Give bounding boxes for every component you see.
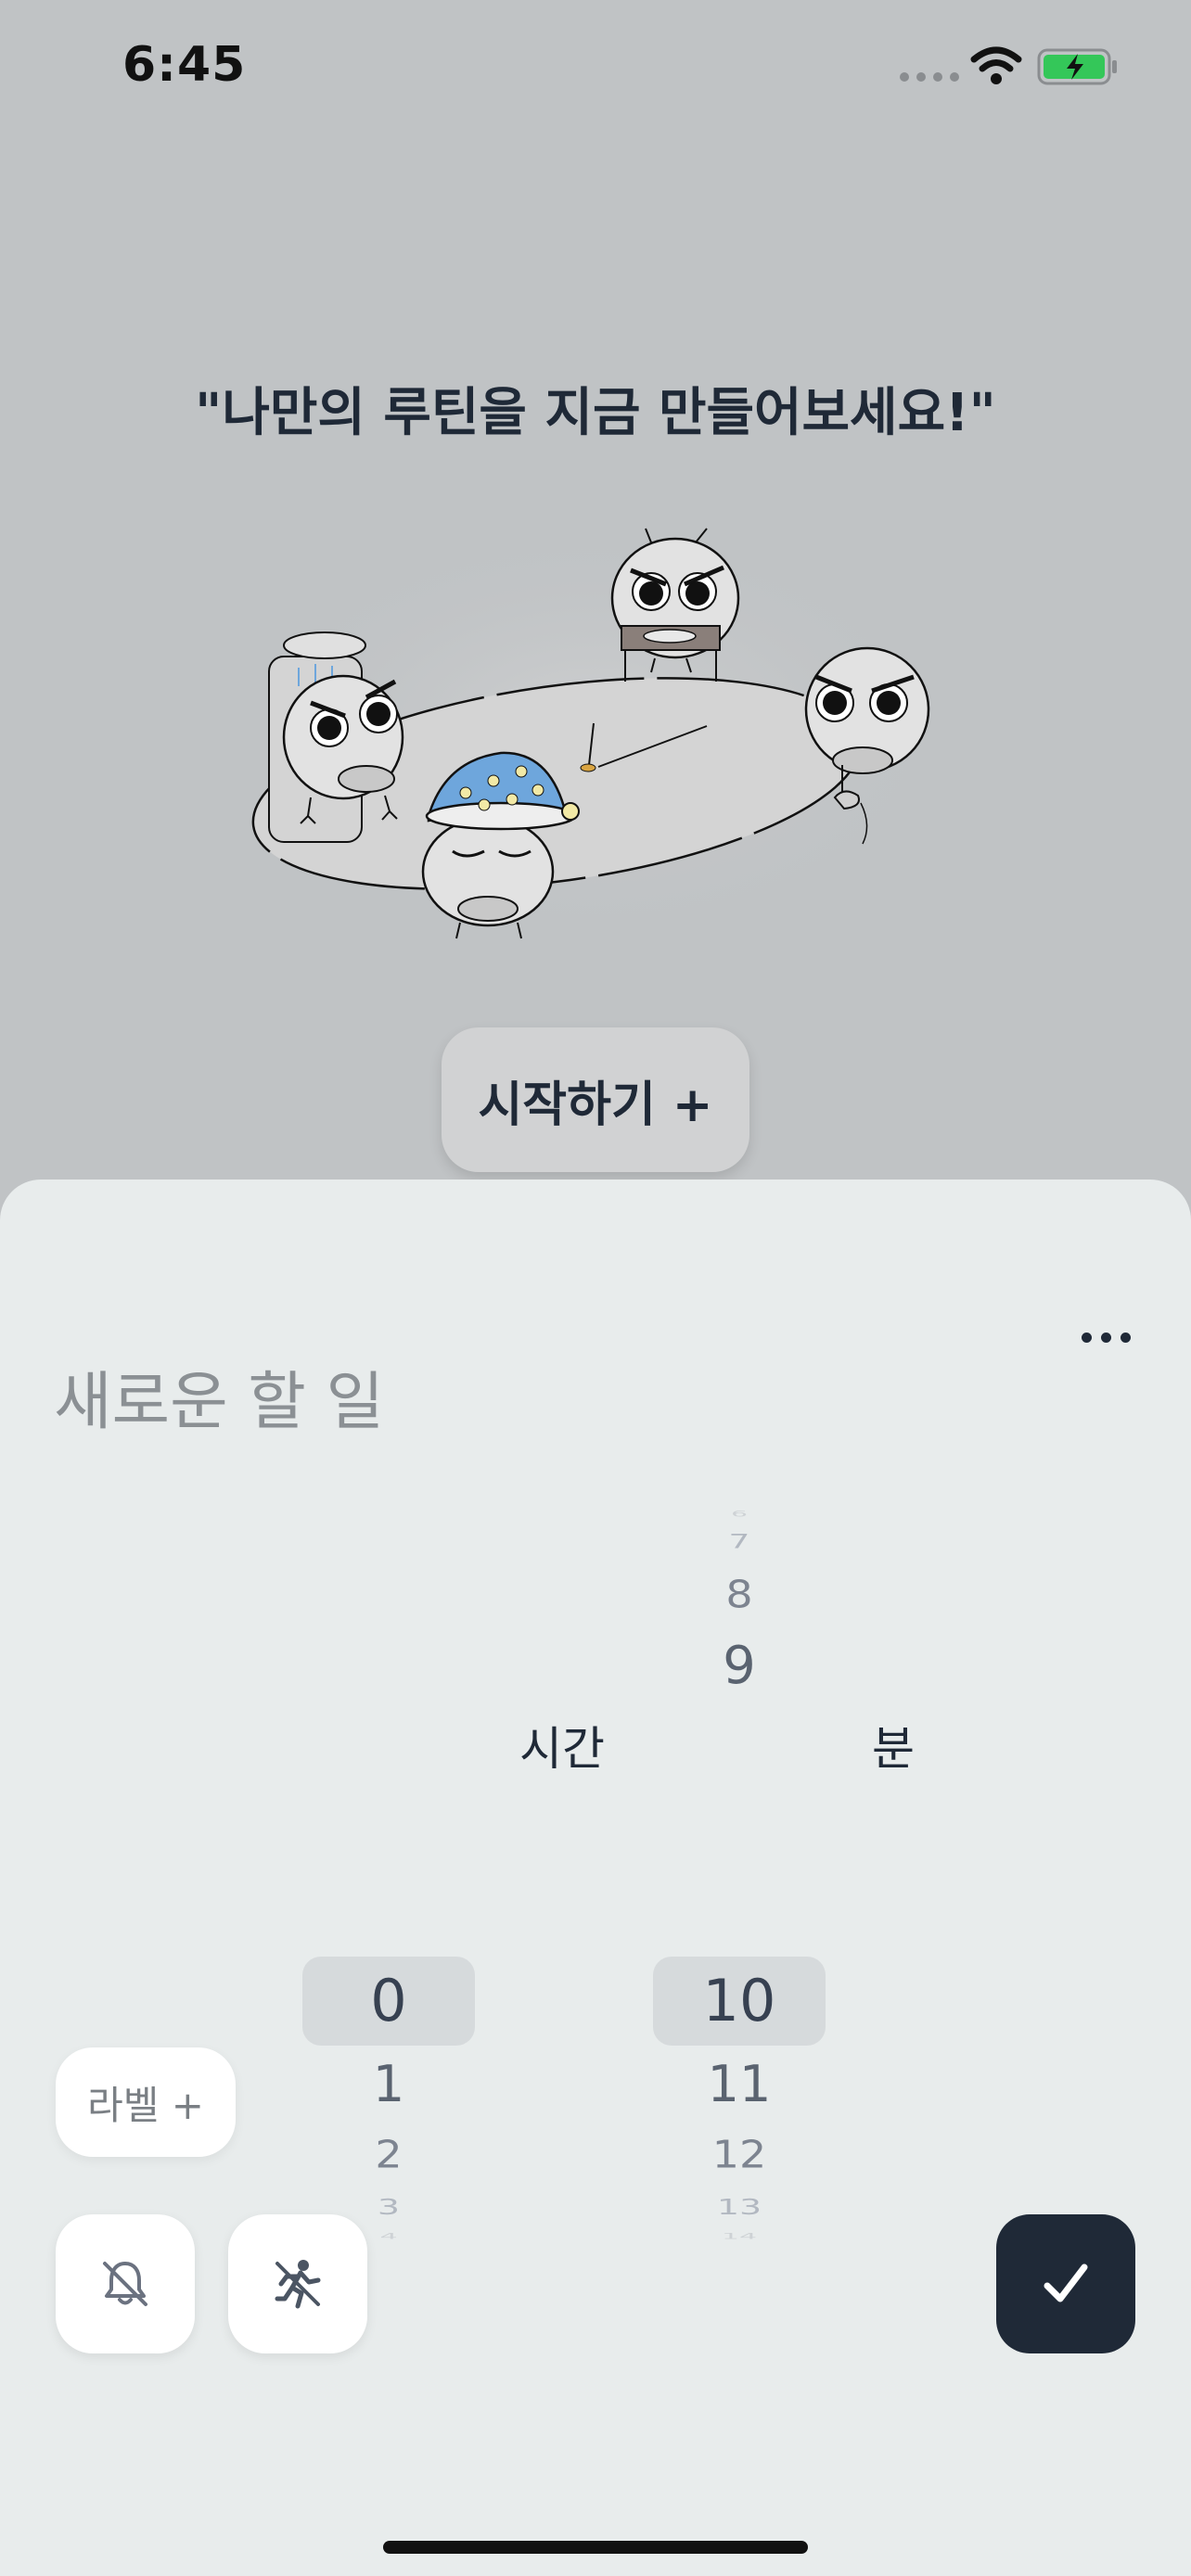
alarm-toggle-button[interactable] — [56, 2214, 195, 2353]
cellular-dots-icon — [900, 72, 959, 82]
minute-option: 14 — [721, 2231, 758, 2241]
hour-picker[interactable]: 0 1 2 3 4 — [302, 1495, 475, 2246]
new-task-sheet: 0 1 2 3 4 6 7 8 9 10 11 12 13 14 시간 분 라벨… — [0, 1180, 1191, 2576]
activity-button[interactable] — [228, 2214, 367, 2353]
start-button[interactable]: 시작하기 + — [442, 1027, 749, 1172]
running-person-icon — [275, 2260, 321, 2309]
more-horizontal-icon[interactable] — [1069, 1319, 1143, 1356]
minute-option: 12 — [711, 2131, 767, 2177]
hour-selected-value: 0 — [370, 1967, 407, 2034]
minute-option: 13 — [716, 2194, 762, 2220]
owls-around-table-illustration — [223, 519, 965, 946]
bell-off-icon — [103, 2262, 147, 2306]
checkmark-icon — [1044, 2264, 1088, 2302]
home-indicator — [383, 2541, 808, 2554]
add-label-button[interactable]: 라벨 + — [56, 2047, 236, 2157]
status-time: 6:45 — [122, 37, 247, 93]
minute-selected-value: 10 — [702, 1967, 776, 2034]
confirm-button[interactable] — [996, 2214, 1135, 2353]
status-bar: 6:45 — [0, 0, 1191, 139]
minute-option: 9 — [723, 1636, 756, 1696]
wifi-icon — [970, 46, 1022, 84]
minute-option: 7 — [728, 1530, 750, 1553]
minute-option: 6 — [731, 1509, 748, 1519]
hour-unit-label: 시간 — [519, 1722, 605, 1776]
task-title-input[interactable] — [54, 1356, 889, 1448]
hour-option: 2 — [375, 2131, 403, 2177]
minute-option: 11 — [707, 2055, 772, 2113]
minute-unit-label: 분 — [872, 1722, 915, 1776]
minute-option: 8 — [725, 1571, 753, 1617]
headline: "나만의 루틴을 지금 만들어보세요!" — [195, 383, 996, 443]
battery-charging-icon — [1037, 48, 1117, 85]
minute-picker[interactable]: 6 7 8 9 10 11 12 13 14 — [653, 1495, 826, 2246]
hour-option: 1 — [372, 2055, 405, 2113]
